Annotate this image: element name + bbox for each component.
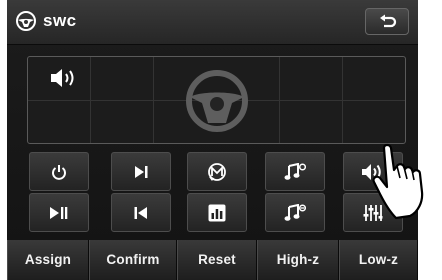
page-title: swc	[43, 11, 77, 30]
steering-wheel-panel	[27, 56, 406, 144]
pointing-hand-icon	[372, 143, 424, 220]
steering-wheel-icon	[186, 70, 248, 132]
reset-label: Reset	[198, 252, 236, 267]
steering-wheel-icon	[16, 11, 36, 31]
music-previous-button[interactable]	[265, 193, 325, 232]
next-track-button[interactable]	[111, 152, 171, 191]
low-z-button[interactable]: Low-z	[339, 240, 418, 280]
power-button[interactable]	[29, 152, 89, 191]
swc-screen: swc Assign Confirm Reset High-z Low-z	[7, 0, 418, 280]
mode-m-icon	[208, 162, 226, 181]
high-z-label: High-z	[276, 252, 320, 267]
mode-button[interactable]	[187, 152, 247, 191]
speaker-icon	[51, 69, 74, 87]
high-z-button[interactable]: High-z	[257, 240, 339, 280]
play-pause-icon	[50, 206, 68, 219]
bar-chart-icon	[208, 204, 226, 221]
bottom-bar: Assign Confirm Reset High-z Low-z	[7, 240, 418, 280]
assign-button[interactable]: Assign	[7, 240, 89, 280]
play-pause-button[interactable]	[29, 193, 89, 232]
header-bar: swc	[7, 0, 418, 45]
low-z-label: Low-z	[358, 252, 399, 267]
previous-track-button[interactable]	[111, 193, 171, 232]
confirm-button[interactable]: Confirm	[89, 240, 177, 280]
confirm-label: Confirm	[106, 252, 160, 267]
back-button[interactable]	[365, 8, 409, 35]
assign-label: Assign	[24, 252, 72, 267]
music-next-button[interactable]	[265, 152, 325, 191]
equalizer-button[interactable]	[187, 193, 247, 232]
music-note-icon	[284, 203, 306, 221]
power-icon	[52, 164, 66, 180]
music-note-icon	[284, 162, 306, 180]
reset-button[interactable]: Reset	[177, 240, 257, 280]
skip-next-icon	[135, 165, 148, 178]
return-arrow-icon	[380, 14, 397, 28]
skip-previous-icon	[134, 206, 147, 219]
